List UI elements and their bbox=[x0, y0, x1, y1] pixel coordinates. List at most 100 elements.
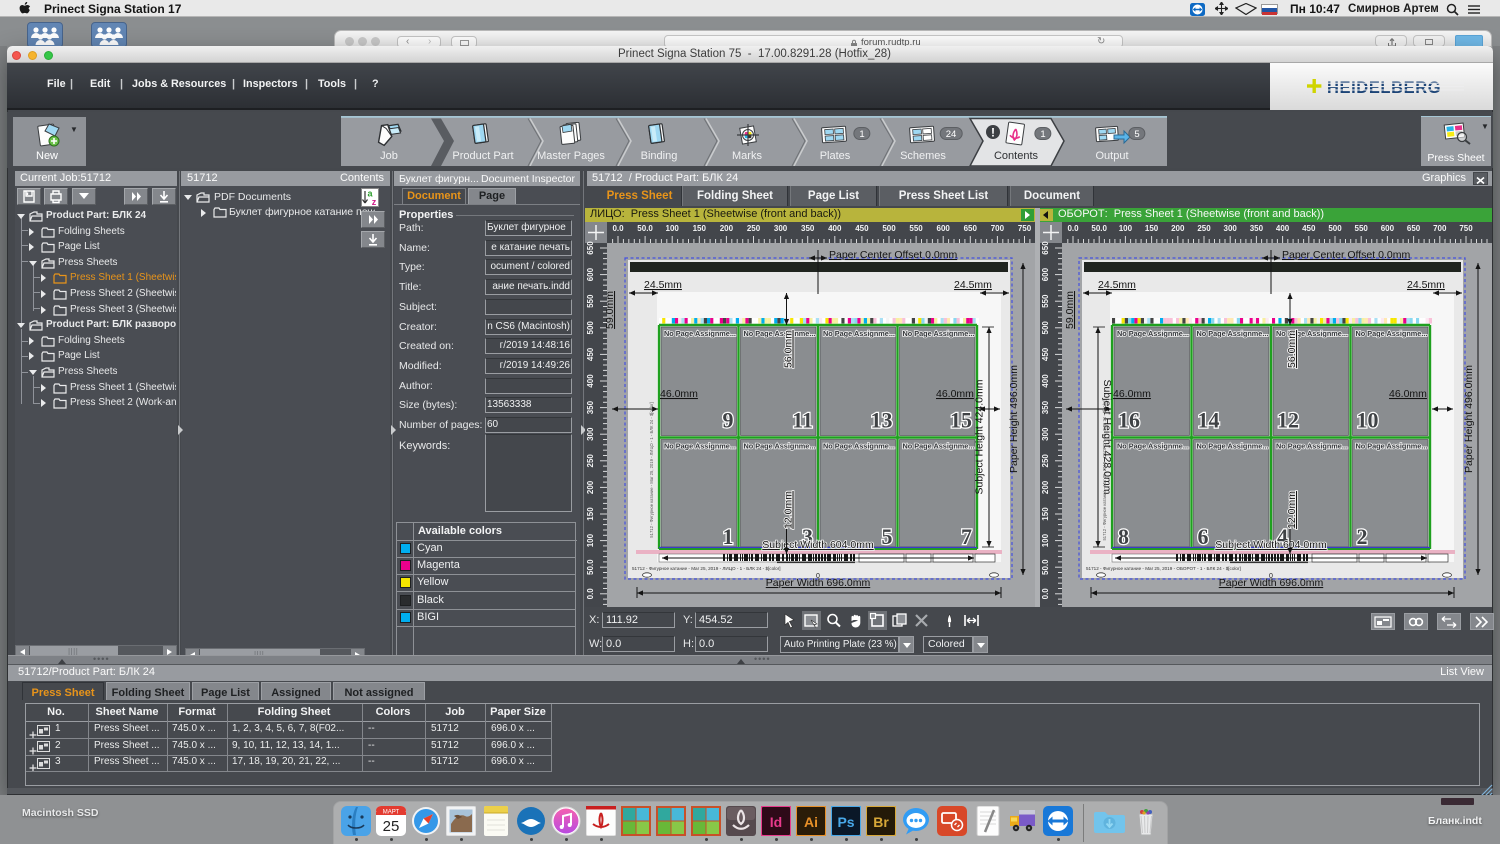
svg-text:150: 150 bbox=[1041, 507, 1050, 521]
svg-text:51712 - Фигурное катание - Mar: 51712 - Фигурное катание - Mar 25, 2019 … bbox=[649, 402, 654, 537]
svg-text:13: 13 bbox=[871, 408, 893, 433]
svg-text:No Page Assignme...: No Page Assignme... bbox=[1197, 329, 1269, 338]
svg-text:No Page Assignme...: No Page Assignme... bbox=[1117, 329, 1189, 338]
svg-text:Paper Center Offset 0.0mm: Paper Center Offset 0.0mm bbox=[1282, 249, 1410, 261]
svg-text:200: 200 bbox=[1171, 224, 1185, 233]
svg-text:200: 200 bbox=[720, 224, 734, 233]
svg-text:6: 6 bbox=[1198, 524, 1209, 549]
svg-text:650: 650 bbox=[586, 241, 595, 255]
svg-text:Paper Height 496.0mm: Paper Height 496.0mm bbox=[1463, 365, 1475, 473]
svg-text:450: 450 bbox=[1302, 224, 1316, 233]
svg-text:600: 600 bbox=[937, 224, 951, 233]
svg-text:200: 200 bbox=[586, 480, 595, 494]
svg-text:No Page Assignme...: No Page Assignme... bbox=[1276, 442, 1348, 451]
svg-text:51712 - Фигурное катание - Mar: 51712 - Фигурное катание - Mar 25, 2019 … bbox=[1086, 566, 1241, 571]
svg-text:0.0: 0.0 bbox=[586, 588, 595, 600]
svg-text:51712 - Фигурное катание - Mar: 51712 - Фигурное катание - Mar 25, 2019 … bbox=[1102, 399, 1107, 540]
svg-text:200: 200 bbox=[1041, 480, 1050, 494]
svg-text:46.0mm: 46.0mm bbox=[1113, 388, 1151, 400]
svg-text:250: 250 bbox=[586, 454, 595, 468]
svg-text:HEIDELBERG: HEIDELBERG bbox=[1327, 79, 1441, 97]
svg-text:500: 500 bbox=[586, 321, 595, 335]
svg-text:550: 550 bbox=[1355, 224, 1369, 233]
svg-text:700: 700 bbox=[991, 224, 1005, 233]
svg-text:9: 9 bbox=[723, 408, 734, 433]
svg-text:700: 700 bbox=[1433, 224, 1447, 233]
svg-text:300: 300 bbox=[586, 427, 595, 441]
svg-text:100: 100 bbox=[586, 533, 595, 547]
svg-text:No Page Assignme...: No Page Assignme... bbox=[1356, 442, 1428, 451]
svg-text:No Page Assignme...: No Page Assignme... bbox=[744, 329, 816, 338]
svg-text:350: 350 bbox=[586, 400, 595, 414]
svg-text:50.0: 50.0 bbox=[1041, 559, 1050, 575]
svg-text:550: 550 bbox=[909, 224, 923, 233]
svg-text:No Page Assignme...: No Page Assignme... bbox=[823, 329, 895, 338]
svg-text:Ps: Ps bbox=[837, 814, 854, 830]
svg-text:25: 25 bbox=[383, 818, 400, 835]
svg-text:46.0mm: 46.0mm bbox=[1389, 388, 1427, 400]
svg-text:No Page Assignme...: No Page Assignme... bbox=[903, 442, 975, 451]
svg-text:600: 600 bbox=[1381, 224, 1395, 233]
svg-text:400: 400 bbox=[828, 224, 842, 233]
svg-text:100: 100 bbox=[1119, 224, 1133, 233]
svg-text:15: 15 bbox=[950, 408, 972, 433]
svg-text:24.5mm: 24.5mm bbox=[644, 279, 682, 291]
svg-text:650: 650 bbox=[964, 224, 978, 233]
svg-text:7: 7 bbox=[961, 524, 972, 549]
svg-text:500: 500 bbox=[1041, 321, 1050, 335]
svg-text:600: 600 bbox=[1041, 267, 1050, 281]
svg-text:No Page Assignme...: No Page Assignme... bbox=[1117, 442, 1189, 451]
svg-text:0.0: 0.0 bbox=[1067, 224, 1079, 233]
svg-text:24.5mm: 24.5mm bbox=[954, 279, 992, 291]
svg-text:5: 5 bbox=[882, 524, 893, 549]
svg-text:350: 350 bbox=[1250, 224, 1264, 233]
svg-text:14: 14 bbox=[1198, 408, 1220, 433]
svg-text:z: z bbox=[372, 197, 377, 207]
svg-text:1: 1 bbox=[723, 524, 734, 549]
svg-text:Br: Br bbox=[873, 814, 889, 830]
svg-text:250: 250 bbox=[1041, 454, 1050, 468]
svg-text:12.0mm: 12.0mm bbox=[1286, 491, 1298, 529]
svg-text:550: 550 bbox=[1041, 294, 1050, 308]
svg-text:Ai: Ai bbox=[804, 814, 818, 830]
svg-text:50.0: 50.0 bbox=[586, 559, 595, 575]
svg-text:No Page Assignme...: No Page Assignme... bbox=[1197, 442, 1269, 451]
svg-text:450: 450 bbox=[1041, 347, 1050, 361]
svg-text:100: 100 bbox=[1041, 533, 1050, 547]
svg-text:No Page Assignme...: No Page Assignme... bbox=[744, 442, 816, 451]
svg-text:Paper Width 696.0mm: Paper Width 696.0mm bbox=[766, 577, 871, 589]
svg-text:300: 300 bbox=[1224, 224, 1238, 233]
svg-text:0.0: 0.0 bbox=[612, 224, 624, 233]
svg-text:56.0mm: 56.0mm bbox=[1286, 330, 1298, 368]
svg-text:500: 500 bbox=[1328, 224, 1342, 233]
svg-text:Paper Width 696.0mm: Paper Width 696.0mm bbox=[1219, 577, 1324, 589]
svg-text:750: 750 bbox=[1018, 224, 1032, 233]
svg-text:Subject Width 604.0mm: Subject Width 604.0mm bbox=[762, 539, 874, 551]
svg-text:51712 - Фигурное катание - Mar: 51712 - Фигурное катание - Mar 25, 2019 … bbox=[632, 566, 781, 571]
svg-text:24.5mm: 24.5mm bbox=[1098, 279, 1136, 291]
svg-text:No Page Assignme...: No Page Assignme... bbox=[903, 329, 975, 338]
svg-text:Paper Center Offset 0.0mm: Paper Center Offset 0.0mm bbox=[829, 249, 957, 261]
svg-text:Paper Height 496.0mm: Paper Height 496.0mm bbox=[1008, 365, 1020, 473]
svg-text:50.0: 50.0 bbox=[1091, 224, 1107, 233]
svg-text:300: 300 bbox=[774, 224, 788, 233]
svg-text:12.0mm: 12.0mm bbox=[783, 491, 795, 529]
svg-text:600: 600 bbox=[586, 267, 595, 281]
svg-text:450: 450 bbox=[855, 224, 869, 233]
svg-text:350: 350 bbox=[801, 224, 815, 233]
svg-text:16: 16 bbox=[1118, 408, 1140, 433]
svg-text:650: 650 bbox=[1407, 224, 1421, 233]
svg-text:24.5mm: 24.5mm bbox=[1407, 279, 1445, 291]
svg-text:No Page Assignme...: No Page Assignme... bbox=[664, 329, 736, 338]
svg-text:500: 500 bbox=[882, 224, 896, 233]
svg-text:250: 250 bbox=[747, 224, 761, 233]
svg-text:!: ! bbox=[991, 126, 995, 140]
svg-text:Subject Height 424.0mm: Subject Height 424.0mm bbox=[974, 379, 986, 494]
svg-text:10: 10 bbox=[1357, 408, 1379, 433]
svg-text:150: 150 bbox=[1145, 224, 1159, 233]
svg-text:59.0mm: 59.0mm bbox=[604, 291, 616, 329]
svg-text:Id: Id bbox=[770, 814, 782, 830]
svg-text:11: 11 bbox=[792, 408, 813, 433]
svg-text:50.0: 50.0 bbox=[637, 224, 653, 233]
svg-text:8: 8 bbox=[1118, 524, 1129, 549]
